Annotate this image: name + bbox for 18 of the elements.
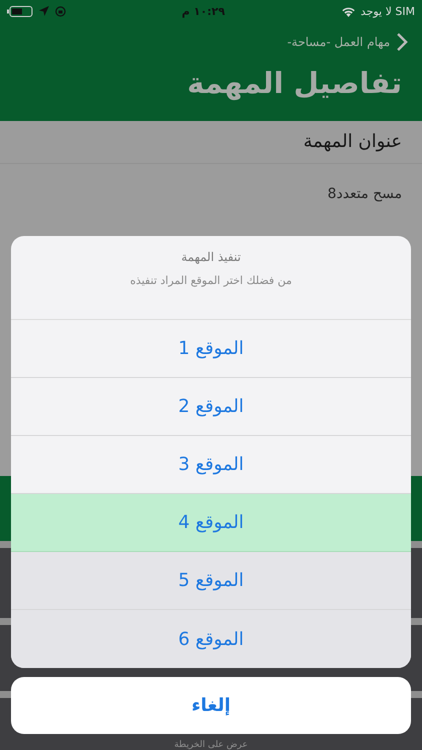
field-label: عنوان المهمة [0,121,422,164]
clock-time: ١٠:٢٩ م [182,4,225,18]
map-link[interactable]: عرض على الخريطة [174,740,248,750]
sheet-title: تنفيذ المهمة [181,250,241,264]
sheet-message: من فضلك اختر الموقع المراد تنفيذه [130,274,292,287]
chevron-icon [396,32,408,52]
cancel-button[interactable]: إلغاء [11,677,411,734]
action-button[interactable]: الموقع 5 [11,552,411,610]
lock-rotation-icon [55,6,66,16]
field-value: مسح متعدد8 [326,185,403,202]
action-button[interactable]: الموقع 4 [11,494,411,552]
action-button[interactable]: الموقع 6 [11,610,411,668]
carrier-label: لا يوجد SIM [360,4,415,18]
page-title: تفاصيل المهمة [186,66,403,100]
location-arrow-icon [39,6,49,16]
back-link[interactable]: مهام العمل -مساحة- [287,32,408,52]
battery-icon [7,6,33,16]
wifi-icon [340,6,356,16]
